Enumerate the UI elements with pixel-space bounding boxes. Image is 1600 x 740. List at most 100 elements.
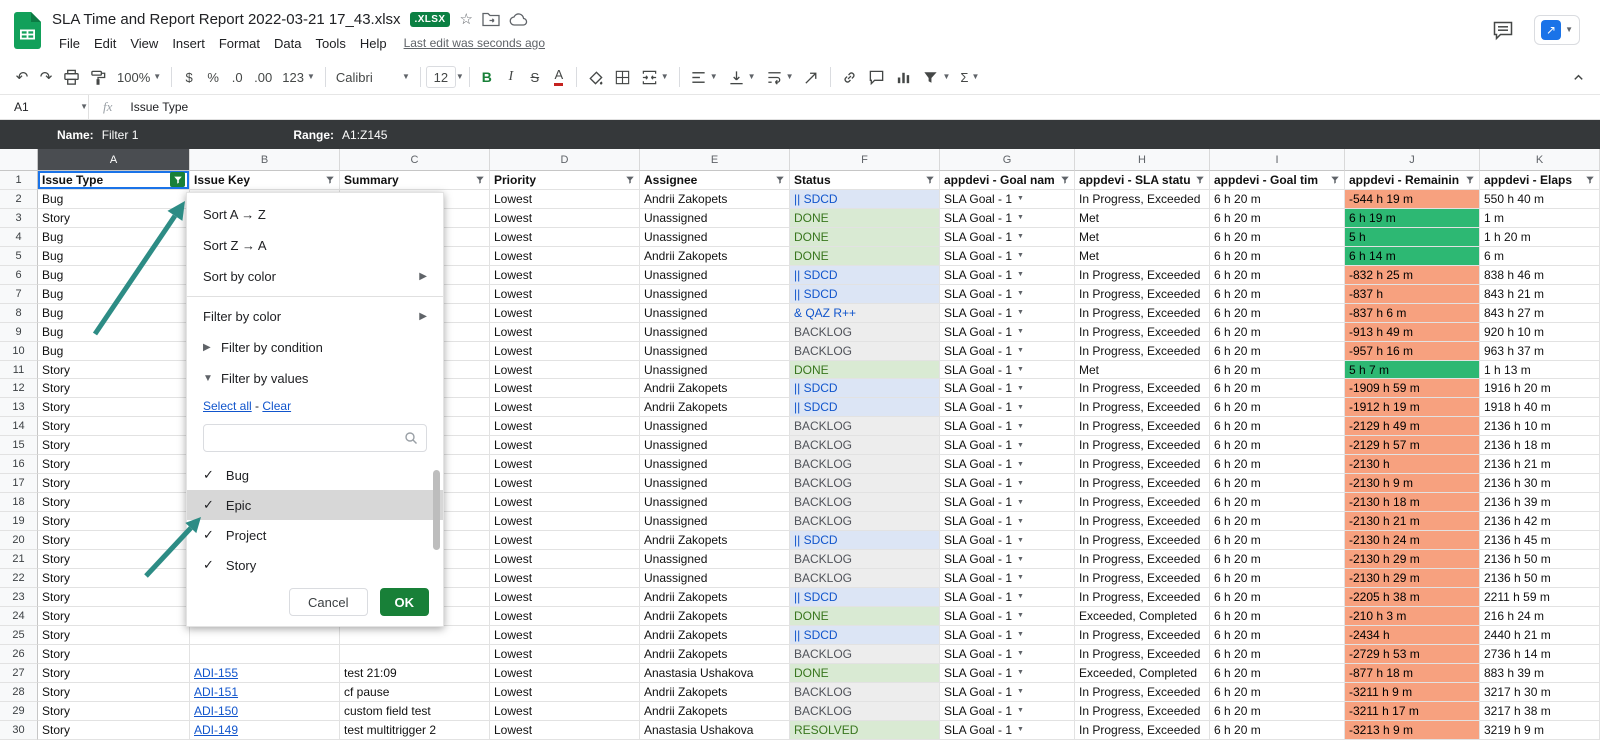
- cell-goal-name[interactable]: SLA Goal - 1▼: [940, 266, 1075, 285]
- dropdown-caret-icon[interactable]: ▼: [1017, 688, 1024, 695]
- cell-issue-type[interactable]: Story: [38, 550, 190, 569]
- print-button[interactable]: [58, 64, 85, 90]
- cell-status[interactable]: BACKLOG: [790, 702, 940, 721]
- cell-elapsed[interactable]: 550 h 40 m: [1480, 190, 1600, 209]
- cell-elapsed[interactable]: 3219 h 9 m: [1480, 721, 1600, 740]
- cell-remaining[interactable]: -2130 h 9 m: [1345, 474, 1480, 493]
- decrease-decimal-button[interactable]: .0: [225, 64, 249, 90]
- cell-summary[interactable]: test multitrigger 2: [340, 721, 490, 740]
- cell-sla-status[interactable]: In Progress, Exceeded: [1075, 493, 1210, 512]
- cell-elapsed[interactable]: 920 h 10 m: [1480, 323, 1600, 342]
- cell-status[interactable]: DONE: [790, 361, 940, 380]
- cell-elapsed[interactable]: 2136 h 50 m: [1480, 569, 1600, 588]
- dropdown-caret-icon[interactable]: ▼: [1017, 233, 1024, 240]
- cell-goal-time[interactable]: 6 h 20 m: [1210, 626, 1345, 645]
- cell-sla-status[interactable]: In Progress, Exceeded: [1075, 626, 1210, 645]
- cell-priority[interactable]: Lowest: [490, 304, 640, 323]
- cell-summary[interactable]: custom field test: [340, 702, 490, 721]
- cancel-button[interactable]: Cancel: [289, 588, 367, 616]
- cell-goal-name[interactable]: SLA Goal - 1▼: [940, 436, 1075, 455]
- cell-sla-status[interactable]: In Progress, Exceeded: [1075, 569, 1210, 588]
- cell-goal-time[interactable]: 6 h 20 m: [1210, 474, 1345, 493]
- format-percent-button[interactable]: %: [201, 64, 225, 90]
- filter-value-epic[interactable]: ✓Epic: [187, 490, 443, 520]
- cell-remaining[interactable]: 5 h 7 m: [1345, 361, 1480, 380]
- menu-item-filter-by-color[interactable]: Filter by color ▶: [187, 301, 443, 332]
- cell-goal-time[interactable]: 6 h 20 m: [1210, 512, 1345, 531]
- row-number[interactable]: 15: [0, 436, 38, 455]
- cell-elapsed[interactable]: 2136 h 39 m: [1480, 493, 1600, 512]
- cell-remaining[interactable]: -2129 h 49 m: [1345, 417, 1480, 436]
- cell-priority[interactable]: Lowest: [490, 664, 640, 683]
- cell-assignee[interactable]: Unassigned: [640, 417, 790, 436]
- row-number[interactable]: 6: [0, 266, 38, 285]
- cell-assignee[interactable]: Unassigned: [640, 285, 790, 304]
- cell-elapsed[interactable]: 843 h 27 m: [1480, 304, 1600, 323]
- cell-sla-status[interactable]: In Progress, Exceeded: [1075, 266, 1210, 285]
- dropdown-caret-icon[interactable]: ▼: [1017, 631, 1024, 638]
- cell-issue-type[interactable]: Story: [38, 361, 190, 380]
- cell-sla-status[interactable]: In Progress, Exceeded: [1075, 304, 1210, 323]
- row-number[interactable]: 12: [0, 379, 38, 398]
- cell-issue-type[interactable]: Story: [38, 588, 190, 607]
- filter-search-input[interactable]: [212, 430, 404, 447]
- cell-status[interactable]: BACKLOG: [790, 683, 940, 702]
- menu-edit[interactable]: Edit: [87, 35, 123, 52]
- more-formats-button[interactable]: 123▼: [277, 64, 320, 90]
- column-letter-F[interactable]: F: [790, 149, 940, 171]
- dropdown-caret-icon[interactable]: ▼: [1017, 574, 1024, 581]
- cell-sla-status[interactable]: In Progress, Exceeded: [1075, 285, 1210, 304]
- font-family-select[interactable]: Calibri▼: [331, 64, 415, 90]
- scrollbar-thumb[interactable]: [433, 470, 440, 550]
- cell-priority[interactable]: Lowest: [490, 379, 640, 398]
- cell-issue-type[interactable]: Story: [38, 607, 190, 626]
- menu-view[interactable]: View: [123, 35, 165, 52]
- cell-assignee[interactable]: Andrii Zakopets: [640, 683, 790, 702]
- cell-elapsed[interactable]: 3217 h 38 m: [1480, 702, 1600, 721]
- cell-priority[interactable]: Lowest: [490, 417, 640, 436]
- cell-goal-name[interactable]: SLA Goal - 1▼: [940, 323, 1075, 342]
- cell-remaining[interactable]: -2130 h 29 m: [1345, 550, 1480, 569]
- cell-remaining[interactable]: -2205 h 38 m: [1345, 588, 1480, 607]
- cell-sla-status[interactable]: Met: [1075, 228, 1210, 247]
- cell-priority[interactable]: Lowest: [490, 228, 640, 247]
- cell-remaining[interactable]: -2129 h 57 m: [1345, 436, 1480, 455]
- text-wrap-button[interactable]: ▼: [761, 64, 799, 90]
- cell-assignee[interactable]: Andrii Zakopets: [640, 398, 790, 417]
- document-title[interactable]: SLA Time and Report Report 2022-03-21 17…: [52, 11, 401, 28]
- cell-goal-name[interactable]: SLA Goal - 1▼: [940, 702, 1075, 721]
- cell-status[interactable]: DONE: [790, 209, 940, 228]
- dropdown-caret-icon[interactable]: ▼: [1017, 480, 1024, 487]
- row-number[interactable]: 21: [0, 550, 38, 569]
- cell-assignee[interactable]: Andrii Zakopets: [640, 531, 790, 550]
- cell-elapsed[interactable]: 6 m: [1480, 247, 1600, 266]
- cell-remaining[interactable]: -2130 h 21 m: [1345, 512, 1480, 531]
- cell-priority[interactable]: Lowest: [490, 512, 640, 531]
- cell-issue-type[interactable]: Story: [38, 683, 190, 702]
- cell-status[interactable]: DONE: [790, 607, 940, 626]
- cloud-status-icon[interactable]: [509, 12, 529, 27]
- header-cell[interactable]: appdevi - SLA statu: [1075, 171, 1210, 190]
- cell-issue-type[interactable]: Story: [38, 626, 190, 645]
- create-filter-button[interactable]: ▼: [917, 64, 955, 90]
- filter-name-value[interactable]: Filter 1: [102, 128, 139, 142]
- cell-remaining[interactable]: 6 h 19 m: [1345, 209, 1480, 228]
- cell-sla-status[interactable]: In Progress, Exceeded: [1075, 683, 1210, 702]
- cell-status[interactable]: BACKLOG: [790, 417, 940, 436]
- cell-priority[interactable]: Lowest: [490, 342, 640, 361]
- cell-priority[interactable]: Lowest: [490, 683, 640, 702]
- header-cell[interactable]: Summary: [340, 171, 490, 190]
- cell-goal-name[interactable]: SLA Goal - 1▼: [940, 190, 1075, 209]
- cell-goal-time[interactable]: 6 h 20 m: [1210, 323, 1345, 342]
- cell-issue-type[interactable]: Story: [38, 209, 190, 228]
- cell-elapsed[interactable]: 2736 h 14 m: [1480, 645, 1600, 664]
- cell-issue-type[interactable]: Story: [38, 455, 190, 474]
- cell-goal-time[interactable]: 6 h 20 m: [1210, 493, 1345, 512]
- cell-elapsed[interactable]: 2136 h 45 m: [1480, 531, 1600, 550]
- cell-assignee[interactable]: Andrii Zakopets: [640, 607, 790, 626]
- cell-issue-key[interactable]: ADI-149: [190, 721, 340, 740]
- cell-elapsed[interactable]: 2136 h 50 m: [1480, 550, 1600, 569]
- filter-value-story[interactable]: ✓Story: [187, 550, 443, 580]
- cell-assignee[interactable]: Unassigned: [640, 342, 790, 361]
- header-cell[interactable]: appdevi - Goal nam: [940, 171, 1075, 190]
